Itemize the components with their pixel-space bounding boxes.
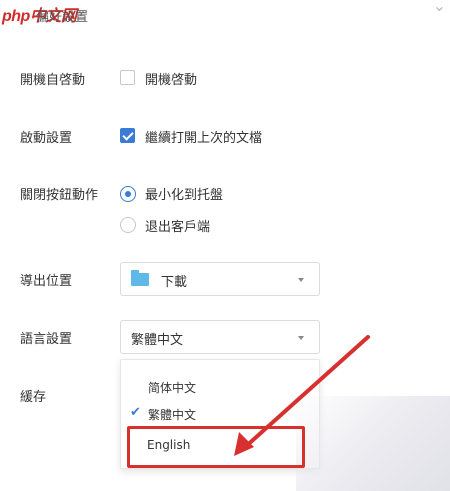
annotation-arrow <box>234 335 370 456</box>
